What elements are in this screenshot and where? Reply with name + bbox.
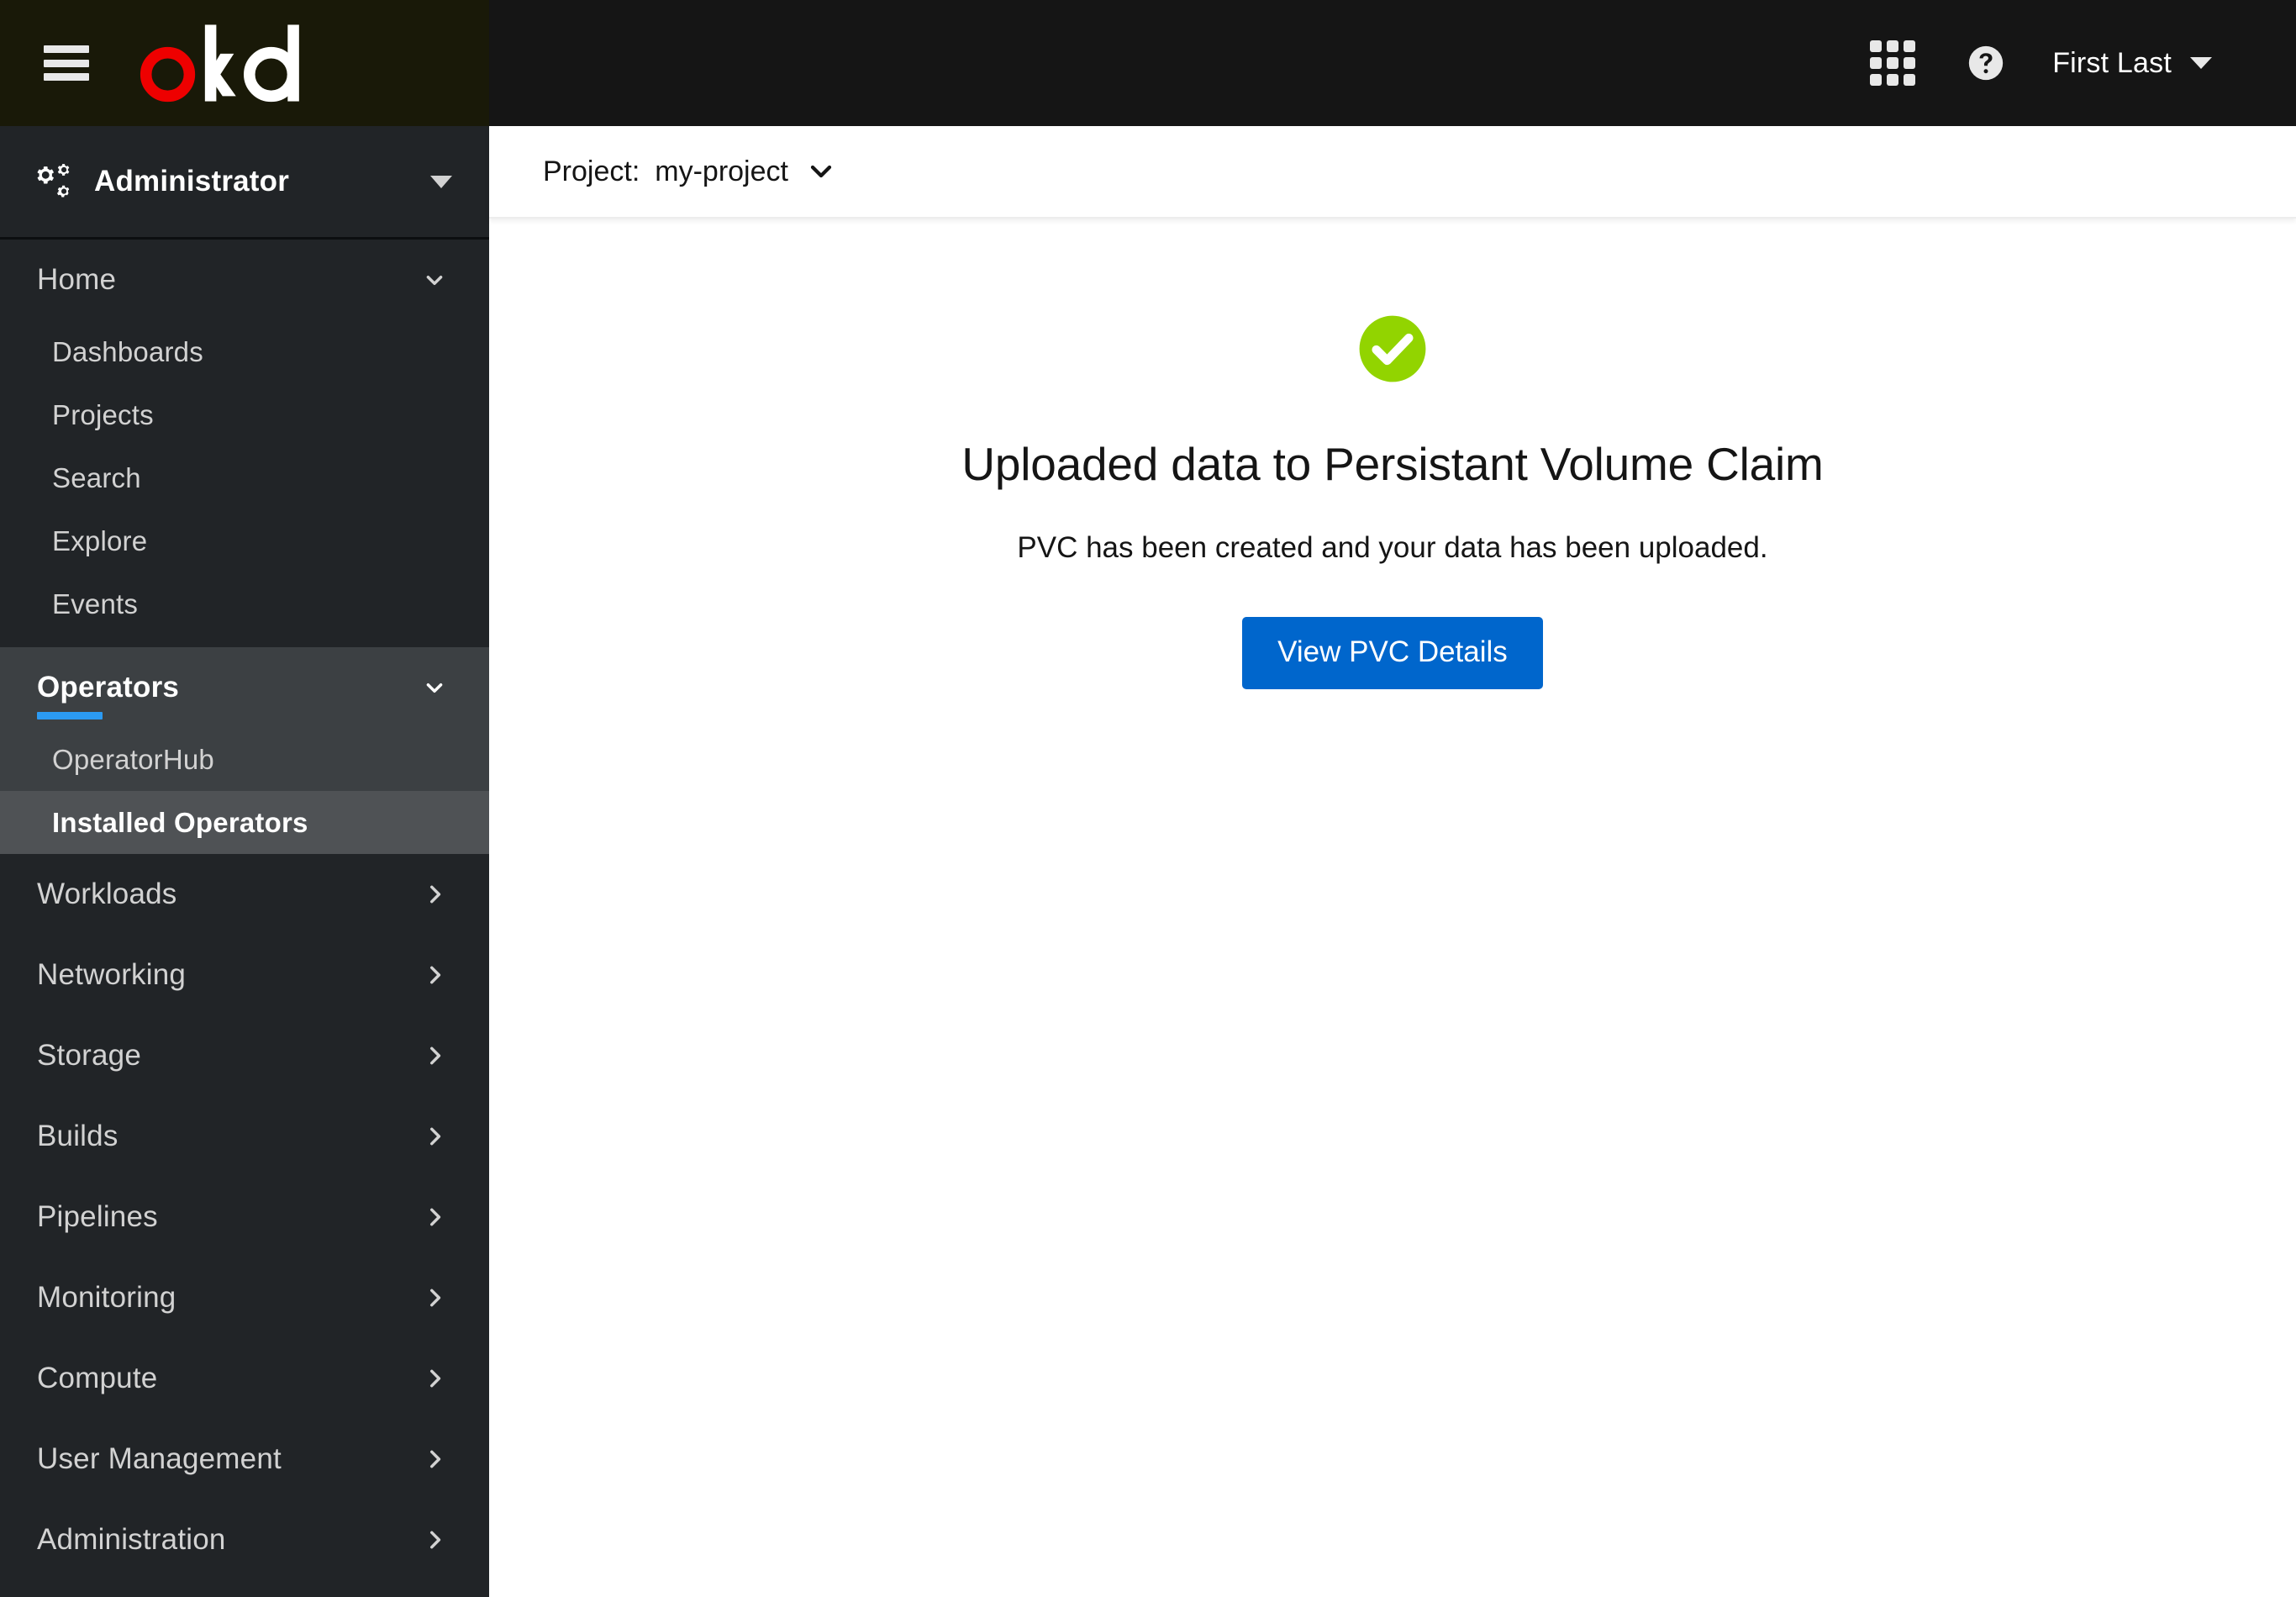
chevron-right-icon (430, 1046, 441, 1065)
nav-active-accent-bar (37, 712, 103, 719)
nav-section-user-management: User Management (0, 1419, 489, 1499)
page-body: Administrator Home Dashboards Projects Sear… (0, 126, 2296, 1597)
nav-sublist: Dashboards Projects Search Explore Events (0, 320, 489, 647)
nav-section-storage: Storage (0, 1015, 489, 1096)
nav-section-header-compute[interactable]: Compute (0, 1338, 489, 1419)
chevron-right-icon (430, 1369, 441, 1388)
nav-section-networking: Networking (0, 935, 489, 1015)
okd-logo[interactable] (128, 23, 346, 103)
nav-section-label: Home (37, 263, 117, 296)
check-circle-icon (1359, 315, 1426, 382)
masthead: First Last (0, 0, 2296, 126)
caret-down-icon (430, 175, 452, 188)
nav-section-header-workloads[interactable]: Workloads (0, 854, 489, 935)
chevron-right-icon (430, 1289, 441, 1307)
nav-section-compute: Compute (0, 1338, 489, 1419)
chevron-right-icon (430, 1531, 441, 1549)
apps-grid-icon (1870, 40, 1916, 86)
sidebar-item-search[interactable]: Search (0, 446, 489, 509)
nav-section-header-pipelines[interactable]: Pipelines (0, 1177, 489, 1257)
nav-section-label: Compute (37, 1362, 158, 1394)
console-root: First Last Administrator Home Dashboards P… (0, 0, 2296, 1597)
nav-section-header-networking[interactable]: Networking (0, 935, 489, 1015)
nav-section-header-storage[interactable]: Storage (0, 1015, 489, 1096)
nav-section-label: User Management (37, 1442, 282, 1475)
upload-success-panel: Uploaded data to Persistant Volume Claim… (489, 219, 2296, 1597)
sidebar-navigation: Administrator Home Dashboards Projects Sear… (0, 126, 489, 1597)
status-description: PVC has been created and your data has b… (1017, 531, 1768, 564)
chevron-down-icon (810, 165, 832, 178)
cogs-icon (37, 164, 70, 198)
nav-section-monitoring: Monitoring (0, 1257, 489, 1338)
content-area: Project: my-project Uploaded data to Per… (489, 126, 2296, 1597)
masthead-toolbar: First Last (489, 0, 2296, 126)
nav-section-header-builds[interactable]: Builds (0, 1096, 489, 1177)
project-bar: Project: my-project (489, 126, 2296, 219)
view-pvc-details-button[interactable]: View PVC Details (1242, 617, 1543, 689)
nav-section-pipelines: Pipelines (0, 1177, 489, 1257)
nav-section-label: Storage (37, 1039, 141, 1072)
nav-section-header-operators[interactable]: Operators (0, 647, 489, 728)
hamburger-bar (44, 59, 89, 67)
application-launcher-button[interactable] (1844, 0, 1941, 126)
hamburger-menu-icon[interactable] (44, 45, 89, 81)
nav-section-operators: Operators OperatorHub Installed Operators (0, 647, 489, 854)
help-button[interactable] (1941, 0, 2030, 126)
nav-section-workloads: Workloads (0, 854, 489, 935)
hamburger-bar (44, 45, 89, 53)
project-name: my-project (655, 155, 788, 187)
perspective-switcher[interactable]: Administrator (0, 126, 489, 240)
project-label: Project: (543, 155, 640, 187)
nav-section-label: Pipelines (37, 1200, 158, 1233)
nav-section-label: Builds (37, 1120, 118, 1152)
sidebar-item-operatorhub[interactable]: OperatorHub (0, 728, 489, 791)
sidebar-item-projects[interactable]: Projects (0, 383, 489, 446)
sidebar-item-dashboards[interactable]: Dashboards (0, 320, 489, 383)
nav-section-label: Networking (37, 958, 187, 991)
nav-section-header-home[interactable]: Home (0, 240, 489, 320)
user-name-label: First Last (2052, 46, 2172, 79)
chevron-right-icon (430, 885, 441, 904)
chevron-down-icon (426, 276, 443, 286)
masthead-brand (0, 0, 489, 126)
chevron-right-icon (430, 1450, 441, 1468)
user-menu[interactable]: First Last (2030, 0, 2224, 126)
nav-section-builds: Builds (0, 1096, 489, 1177)
chevron-right-icon (430, 1208, 441, 1226)
chevron-right-icon (430, 966, 441, 984)
nav-section-header-user-management[interactable]: User Management (0, 1419, 489, 1499)
nav-section-label: Operators (37, 671, 180, 704)
nav-section-header-monitoring[interactable]: Monitoring (0, 1257, 489, 1338)
chevron-right-icon (430, 1127, 441, 1146)
perspective-label: Administrator (94, 165, 290, 198)
hamburger-bar (44, 73, 89, 81)
chevron-down-icon (426, 683, 443, 693)
project-selector[interactable]: Project: my-project (543, 155, 834, 188)
page-title: Uploaded data to Persistant Volume Claim (961, 438, 1824, 490)
sidebar-item-events[interactable]: Events (0, 572, 489, 635)
nav-section-header-administration[interactable]: Administration (0, 1499, 489, 1580)
nav-list: Home Dashboards Projects Search Explore Event… (0, 240, 489, 1597)
nav-section-label: Administration (37, 1523, 226, 1556)
caret-down-icon (2190, 57, 2212, 69)
sidebar-item-explore[interactable]: Explore (0, 509, 489, 572)
nav-section-label: Monitoring (37, 1281, 176, 1314)
help-circle-icon (1969, 45, 2004, 81)
sidebar-item-installed-operators[interactable]: Installed Operators (0, 791, 489, 854)
nav-section-administration: Administration (0, 1499, 489, 1580)
nav-section-label: Workloads (37, 878, 177, 910)
nav-section-home: Home Dashboards Projects Search Explore Event… (0, 240, 489, 647)
nav-sublist: OperatorHub Installed Operators (0, 728, 489, 854)
